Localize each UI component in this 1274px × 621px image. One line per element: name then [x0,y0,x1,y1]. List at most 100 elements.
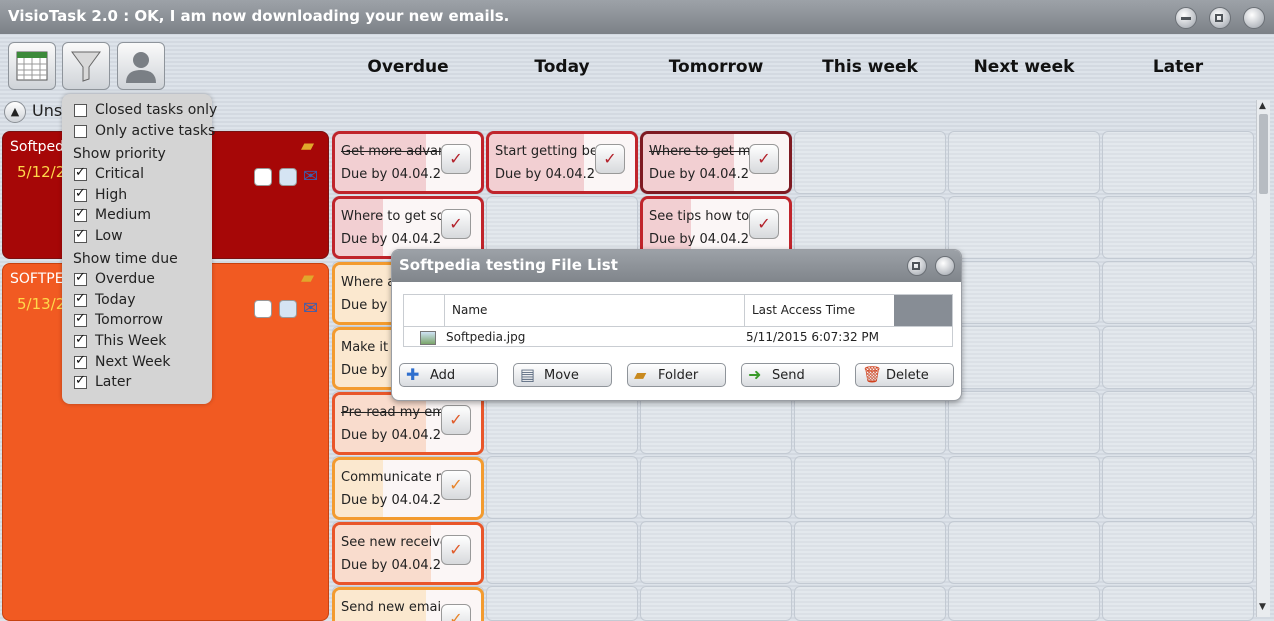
grid-cell[interactable] [640,586,792,621]
add-button[interactable]: ✚ Add [399,363,498,387]
grid-cell[interactable] [948,456,1100,519]
closed-only-checkbox[interactable] [74,104,87,117]
dialog-restore-button[interactable] [907,256,927,276]
task-card[interactable]: See new received Due by 04.04.2015 ✓ [332,522,484,585]
task-card[interactable]: Send new emails ✓ [332,587,484,621]
email-icon[interactable]: ✉ [303,298,318,319]
grid-cell[interactable] [948,196,1100,259]
task-title: Where to get more [649,144,749,159]
task-title: Where to get software [341,209,441,224]
color-swatch[interactable] [254,168,272,186]
task-card[interactable]: Where to get more Due by 04.04.2015 ✓ [640,131,792,194]
grid-cell[interactable] [948,326,1100,389]
grid-cell[interactable] [1102,326,1254,389]
grid-cell[interactable] [1102,586,1254,621]
grid-cell[interactable] [948,391,1100,454]
restore-button[interactable] [1209,7,1231,29]
grid-cell[interactable] [948,521,1100,584]
complete-button[interactable]: ✓ [441,535,471,565]
contacts-button[interactable] [117,42,165,90]
priority-medium-checkbox[interactable] [74,206,87,222]
checkmark-icon: ✓ [603,149,617,168]
file-time: 5/11/2015 6:07:32 PM [746,330,880,344]
move-button[interactable]: ▤ Move [513,363,612,387]
restore-icon [1215,14,1223,22]
active-only-checkbox[interactable] [74,125,87,138]
grid-cell[interactable] [1102,261,1254,324]
task-due: Due by 04.04.2015 [341,428,441,443]
notebook-icon[interactable]: ▰ [301,136,314,156]
time-overdue-checkbox[interactable] [74,270,87,286]
task-card[interactable]: Pre-read my emails Due by 04.04.2015 ✓ [332,392,484,455]
grid-cell[interactable] [948,131,1100,194]
grid-cell[interactable] [948,261,1100,324]
table-header: Name Last Access Time [404,295,952,327]
scrollbar-thumb[interactable] [1259,114,1268,194]
time-tomorrow-checkbox[interactable] [74,311,87,327]
file-name[interactable]: Softpedia.jpg [446,330,525,344]
grid-cell[interactable] [948,586,1100,621]
task-title: Start getting better [495,144,595,159]
grid-cell[interactable] [1102,196,1254,259]
task-card[interactable]: Get more advanced Due by 04.04.2015 ✓ [332,131,484,194]
time-later-checkbox[interactable] [74,373,87,389]
complete-button[interactable]: ✓ [595,144,625,174]
dialog-title-bar: Softpedia testing File List [392,250,961,282]
complete-button[interactable]: ✓ [441,405,471,435]
checkmark-icon: ✓ [449,540,463,559]
grid-cell[interactable] [1102,456,1254,519]
collapse-button[interactable]: ▲ [4,101,26,123]
file-list-dialog: Softpedia testing File List Name Last Ac… [391,249,962,401]
priority-high-checkbox[interactable] [74,186,87,202]
grid-cell[interactable] [1102,131,1254,194]
grid-cell[interactable] [486,521,638,584]
minimize-button[interactable] [1175,7,1197,29]
calendar-icon [16,51,48,81]
grid-cell[interactable] [794,586,946,621]
column-last-access[interactable]: Last Access Time [752,303,855,317]
time-next-week-checkbox[interactable] [74,353,87,369]
scroll-down-icon[interactable]: ▼ [1259,602,1266,612]
grid-cell[interactable] [640,456,792,519]
priority-critical-checkbox[interactable] [74,165,87,181]
vertical-scrollbar[interactable]: ▲ ▼ [1256,100,1270,617]
column-name[interactable]: Name [452,303,487,317]
task-card[interactable]: Communicate more Due by 04.04.2015 ✓ [332,457,484,520]
scroll-up-icon[interactable]: ▲ [1259,101,1266,111]
folder-button[interactable]: ▰ Folder [627,363,726,387]
dialog-close-button[interactable] [935,256,955,276]
grid-cell[interactable] [794,521,946,584]
complete-button[interactable]: ✓ [441,209,471,239]
filter-button[interactable] [62,42,110,90]
send-button[interactable]: ➜ Send [741,363,840,387]
grid-cell[interactable] [1102,391,1254,454]
grid-cell[interactable] [794,131,946,194]
title-bar: VisioTask 2.0 : OK, I am now downloading… [0,0,1274,34]
complete-button[interactable]: ✓ [749,144,779,174]
priority-low-checkbox[interactable] [74,227,87,243]
grid-cell[interactable] [486,586,638,621]
time-this-week-checkbox[interactable] [74,332,87,348]
time-today-checkbox[interactable] [74,291,87,307]
checkmark-icon: ✓ [449,475,463,494]
grid-cell[interactable] [640,521,792,584]
color-swatch[interactable] [254,300,272,318]
grid-cell[interactable] [794,456,946,519]
grid-cell[interactable] [486,456,638,519]
calendar-button[interactable] [8,42,56,90]
color-swatch[interactable] [279,300,297,318]
checkmark-icon: ✓ [449,410,463,429]
complete-button[interactable]: ✓ [441,144,471,174]
complete-button[interactable]: ✓ [441,470,471,500]
task-title: Communicate more [341,470,441,485]
color-swatch[interactable] [279,168,297,186]
email-icon[interactable]: ✉ [303,166,318,187]
complete-button[interactable]: ✓ [749,209,779,239]
delete-button[interactable]: 🗑 Delete [855,363,954,387]
notebook-icon[interactable]: ▰ [301,268,314,288]
grid-cell[interactable] [1102,521,1254,584]
task-card[interactable]: Start getting better Due by 04.04.2015 ✓ [486,131,638,194]
close-button[interactable] [1243,7,1265,29]
column-this-week: This week [822,57,918,77]
complete-button[interactable]: ✓ [441,604,471,621]
